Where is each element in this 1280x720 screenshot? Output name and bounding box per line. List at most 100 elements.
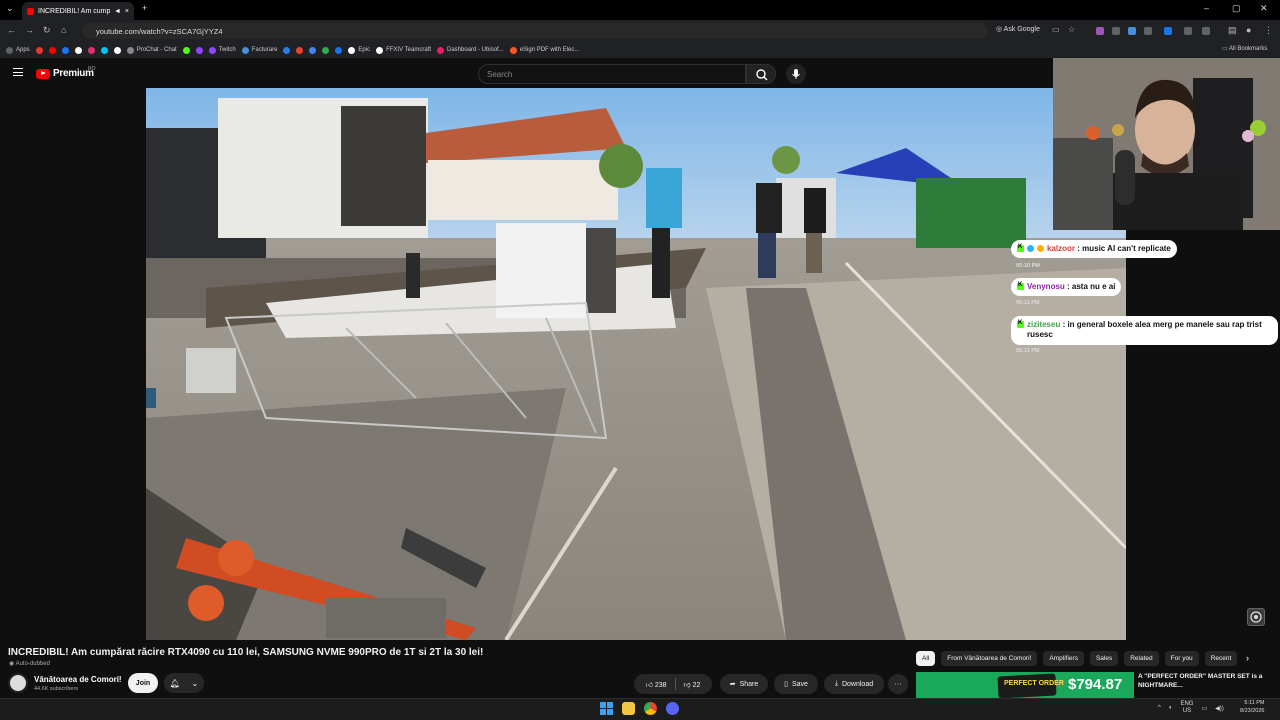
all-bookmarks-label: All Bookmarks	[1229, 46, 1268, 52]
share-button[interactable]: ➦ Share	[720, 674, 768, 694]
sidepanel-icon[interactable]: ▤	[1228, 25, 1237, 36]
download-button[interactable]: ⤓ Download	[824, 674, 884, 694]
dislike-button[interactable]: 👎︎ 22	[684, 680, 701, 689]
voice-search-button[interactable]	[786, 64, 806, 84]
bookmark-favicon-icon	[61, 46, 69, 54]
channel-avatar[interactable]	[8, 673, 28, 693]
menu-kebab-icon[interactable]: ⋮	[1264, 25, 1273, 36]
browser-tab-active[interactable]: INCREDIBIL! Am cumpărat ră ◄ ×	[22, 2, 134, 20]
join-button[interactable]: Join	[128, 673, 158, 693]
bookmark-favicon-icon	[48, 46, 56, 54]
file-explorer-icon[interactable]	[622, 702, 635, 715]
chip-sales[interactable]: Sales	[1089, 651, 1119, 666]
chat-username: kalzoor	[1047, 244, 1076, 253]
recommended-video-thumbnail[interactable]: PERFECT ORDER $794.87	[916, 672, 1134, 700]
cast-icon[interactable]: ▭	[1052, 25, 1060, 34]
bookmark-item[interactable]	[335, 46, 343, 54]
chip-from-v-n-toarea-de-comori[interactable]: From Vânătoarea de Comori!	[941, 651, 1038, 666]
bookmark-item[interactable]	[309, 46, 317, 54]
share-icon: ➦	[729, 681, 736, 688]
bookmark-item[interactable]: Apps	[6, 46, 30, 54]
bookmark-item[interactable]: Facturare	[241, 46, 277, 54]
chip-for-you[interactable]: For you	[1164, 651, 1199, 666]
bookmark-item[interactable]	[322, 46, 330, 54]
taskbar-clock[interactable]: 5:11 PM 8/23/2026	[1240, 700, 1264, 715]
bookmark-item[interactable]	[74, 46, 82, 54]
bookmark-item[interactable]	[48, 46, 56, 54]
new-tab-icon[interactable]: +	[142, 3, 147, 13]
language-indicator[interactable]: ENG US	[1180, 701, 1193, 715]
share-label: Share	[739, 680, 759, 688]
reload-icon[interactable]: ↻	[43, 25, 51, 36]
omnibox-url-field[interactable]: youtube.com/watch?v=zSCA7GjYYZ4	[82, 23, 988, 39]
discord-icon[interactable]	[666, 702, 679, 715]
chrome-icon[interactable]	[644, 702, 657, 715]
recommendation-chips: All From Vânătoarea de Comori! Amplifiers S…	[916, 651, 1238, 666]
extension-icon[interactable]	[1128, 27, 1136, 35]
home-icon[interactable]: ⌂	[61, 25, 66, 35]
bookmark-item[interactable]	[283, 46, 291, 54]
like-button[interactable]: 👍︎ 238	[646, 680, 667, 689]
tab-audio-icon[interactable]: ◄	[114, 8, 121, 15]
profile-icon[interactable]: ●	[1246, 25, 1251, 35]
all-bookmarks-button[interactable]: ▭ All Bookmarks	[1222, 45, 1267, 52]
like-count: 238	[654, 681, 667, 689]
chip-amplifiers[interactable]: Amplifiers	[1043, 651, 1084, 666]
bookmark-item[interactable]: Epic	[348, 46, 370, 54]
bookmark-item[interactable]: Twitch	[208, 46, 236, 54]
start-windows-icon[interactable]	[600, 702, 613, 715]
bookmark-item[interactable]: eSign PDF with Elec...	[509, 46, 579, 54]
bookmark-item[interactable]	[113, 46, 121, 54]
windows-taskbar	[0, 698, 1280, 720]
search-input[interactable]: Search	[478, 64, 746, 84]
tab-search-icon[interactable]: ⌄	[6, 3, 14, 14]
network-icon[interactable]: ◐	[1169, 705, 1173, 711]
search-button[interactable]	[746, 64, 776, 84]
bell-icon: 🔔︎	[169, 678, 180, 688]
tray-overflow-icon[interactable]: ^	[1158, 705, 1161, 711]
close-window-icon[interactable]: ✕	[1260, 3, 1268, 14]
bookmark-item[interactable]	[35, 46, 43, 54]
player-overlay-button[interactable]	[1247, 608, 1265, 626]
ask-google-button[interactable]: ◎ Ask Google	[996, 25, 1040, 33]
bookmark-item[interactable]	[87, 46, 95, 54]
extensions-puzzle-icon[interactable]	[1202, 27, 1210, 35]
monitor-icon[interactable]: ▭	[1201, 705, 1207, 712]
maximize-icon[interactable]: ▢	[1232, 3, 1241, 14]
extension-icon[interactable]	[1096, 27, 1104, 35]
channel-name[interactable]: Vânătoarea de Comori!	[34, 675, 122, 684]
forward-icon[interactable]: →	[25, 25, 34, 35]
bookmark-item[interactable]	[182, 46, 190, 54]
download-icon: ⤓	[834, 680, 838, 687]
minimize-icon[interactable]: –	[1204, 3, 1209, 13]
chevron-right-icon[interactable]: ›	[1246, 653, 1249, 663]
bookmark-label: Twitch	[218, 47, 236, 53]
extension-icon[interactable]	[1164, 27, 1172, 35]
tab-close-icon[interactable]: ×	[125, 8, 129, 15]
bookmark-item[interactable]	[195, 46, 203, 54]
bookmark-star-icon[interactable]: ☆	[1068, 25, 1075, 34]
bookmark-favicon-icon	[74, 46, 82, 54]
more-actions-button[interactable]: ···	[888, 674, 908, 694]
youtube-premium-logo[interactable]: Premium	[36, 68, 94, 79]
bookmark-item[interactable]	[100, 46, 108, 54]
recommended-video-title[interactable]: A "PERFECT ORDER" MASTER SET is a NIGHTM…	[1138, 673, 1278, 691]
subscribed-notifications-button[interactable]: 🔔︎ ⌄	[164, 673, 204, 693]
video-player[interactable]	[146, 88, 1126, 640]
volume-icon[interactable]: ◀))	[1215, 705, 1224, 712]
bookmark-item[interactable]	[61, 46, 69, 54]
bookmark-item[interactable]: Dashboard - Ubisof...	[437, 46, 504, 54]
extension-icon[interactable]	[1112, 27, 1120, 35]
ask-google-label: Ask Google	[1003, 26, 1040, 33]
back-icon[interactable]: ←	[7, 25, 16, 35]
extension-icon[interactable]	[1144, 27, 1152, 35]
extension-icon[interactable]	[1184, 27, 1192, 35]
bookmark-item[interactable]: FFXIV Teamcraft	[376, 46, 431, 54]
chip-recent[interactable]: Recent	[1204, 651, 1238, 666]
bookmark-item[interactable]	[296, 46, 304, 54]
hamburger-menu-icon[interactable]	[13, 68, 23, 76]
bookmark-item[interactable]: ProChat - Chat	[126, 46, 177, 54]
chip-all[interactable]: All	[916, 651, 936, 666]
save-button[interactable]: ▯ Save	[774, 674, 818, 694]
chip-related[interactable]: Related	[1124, 651, 1159, 666]
